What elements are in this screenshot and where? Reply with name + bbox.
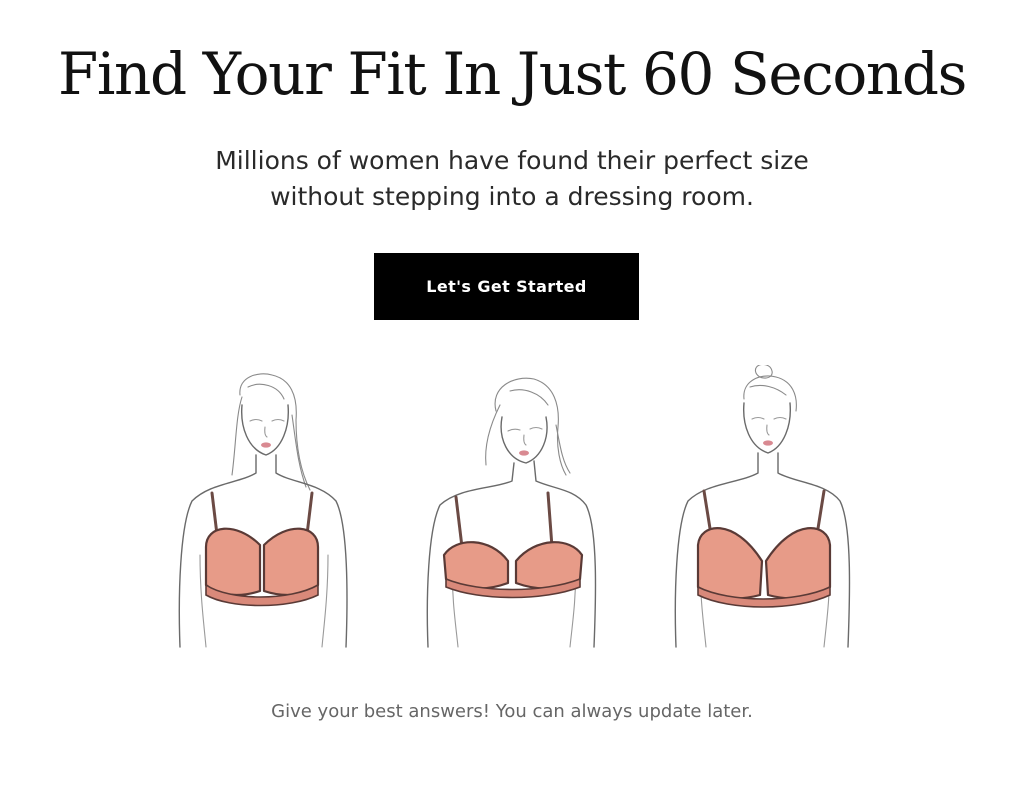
subtitle-line-2: without stepping into a dressing room. (270, 182, 754, 211)
woman-illustration-2 (410, 365, 610, 655)
page-subtitle: Millions of women have found their perfe… (0, 143, 1024, 215)
helper-note: Give your best answers! You can always u… (271, 701, 753, 722)
illustration-row (160, 365, 860, 655)
woman-illustration-3 (660, 365, 860, 655)
woman-in-bra-illustration-icon (674, 365, 851, 648)
get-started-button[interactable]: Let's Get Started (374, 253, 639, 320)
subtitle-line-1: Millions of women have found their perfe… (215, 146, 809, 175)
page-title: Find Your Fit In Just 60 Seconds (58, 40, 967, 108)
fit-finder-intro: Find Your Fit In Just 60 Seconds Million… (0, 0, 1024, 787)
woman-in-bra-illustration-icon (178, 373, 348, 648)
woman-in-bra-illustration-icon (426, 377, 597, 648)
woman-illustration-1 (160, 365, 360, 655)
